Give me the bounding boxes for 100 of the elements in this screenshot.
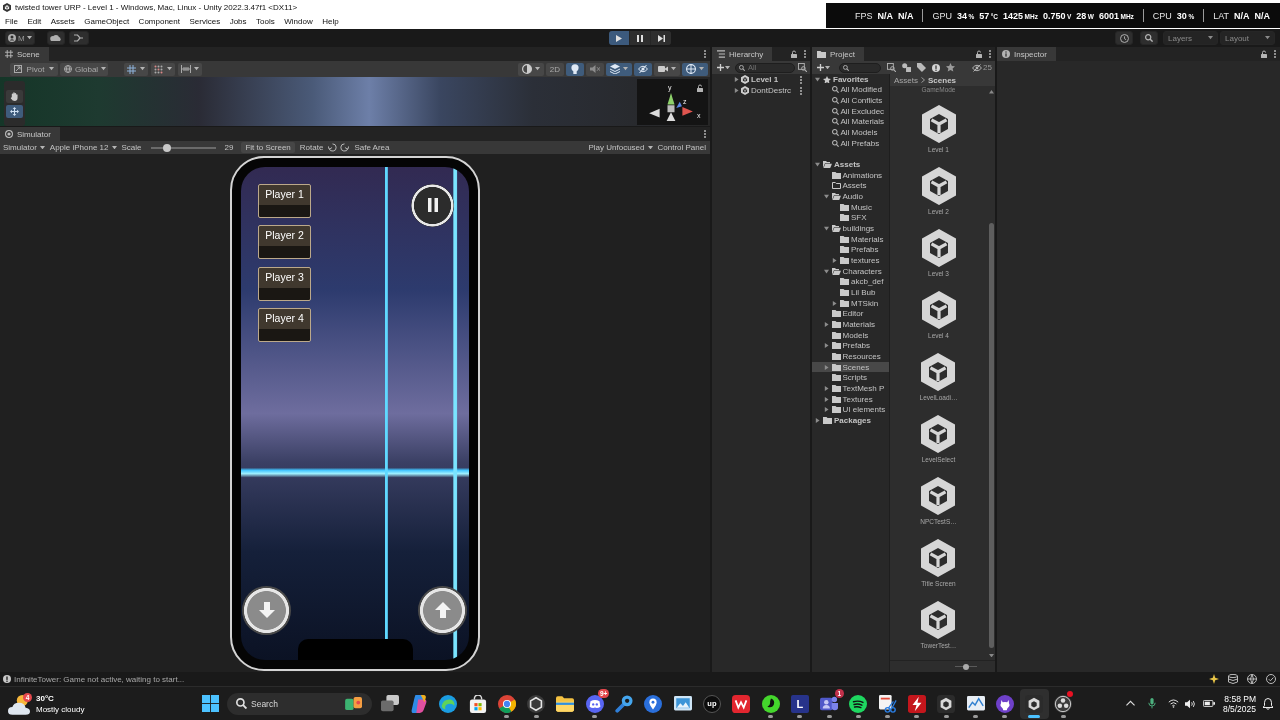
- device-dropdown[interactable]: Apple iPhone 12: [49, 143, 117, 152]
- expand-arrow-icon[interactable]: [815, 76, 820, 82]
- taskbar-app[interactable]: [1019, 688, 1049, 719]
- layout-dropdown[interactable]: Layout: [1220, 31, 1275, 45]
- 2d-toggle[interactable]: 2D: [545, 62, 564, 76]
- pause-button[interactable]: [411, 183, 454, 227]
- search-field[interactable]: Search: [227, 692, 372, 715]
- tree-item[interactable]: Audio: [812, 191, 889, 202]
- tree-item[interactable]: Assets: [812, 180, 889, 192]
- expand-arrow-icon[interactable]: [832, 300, 837, 306]
- grid-dropdown[interactable]: [124, 62, 148, 76]
- scrollbar-thumb[interactable]: [988, 222, 994, 648]
- tag-icon[interactable]: [917, 63, 926, 72]
- expand-arrow-icon[interactable]: [823, 321, 829, 327]
- add-dropdown[interactable]: [815, 62, 832, 73]
- star-icon[interactable]: [946, 63, 955, 72]
- search-field[interactable]: [839, 62, 881, 73]
- expand-arrow-icon[interactable]: [823, 194, 829, 200]
- play-button[interactable]: [609, 31, 629, 45]
- tree-item[interactable]: Models: [812, 329, 889, 341]
- expand-arrow-icon[interactable]: [815, 162, 820, 168]
- snap-dropdown[interactable]: [151, 62, 175, 76]
- expand-arrow-icon[interactable]: [734, 77, 739, 82]
- tree-item[interactable]: buildings: [812, 223, 889, 234]
- tree-item[interactable]: All Materials: [812, 116, 889, 128]
- player-button[interactable]: Player 3: [258, 266, 311, 301]
- tree-item[interactable]: Scripts: [812, 372, 889, 384]
- tree-item[interactable]: Editor: [812, 308, 889, 320]
- panel-tab[interactable]: Simulator: [0, 127, 60, 141]
- search-filter-icon[interactable]: [798, 63, 807, 72]
- expand-arrow-icon[interactable]: [823, 407, 829, 413]
- tree-item[interactable]: All Models: [812, 127, 889, 138]
- tree-item[interactable]: Characters: [812, 265, 889, 277]
- move-tool-button[interactable]: [6, 105, 23, 118]
- add-dropdown[interactable]: [715, 62, 732, 73]
- audio-toggle[interactable]: [586, 62, 604, 76]
- expand-arrow-icon[interactable]: [823, 268, 829, 274]
- tree-item[interactable]: UI elements: [812, 404, 889, 415]
- camera-dropdown[interactable]: [654, 62, 680, 76]
- tree-item[interactable]: Assets: [812, 159, 889, 170]
- tree-item[interactable]: MTSkin: [812, 297, 889, 309]
- rotate-right-icon[interactable]: [340, 143, 350, 152]
- expand-arrow-icon[interactable]: [734, 88, 739, 93]
- player-button[interactable]: Player 4: [258, 308, 311, 342]
- tree-item[interactable]: Prefabs: [812, 244, 889, 256]
- history-button[interactable]: [1115, 31, 1133, 45]
- fit-to-screen-button[interactable]: Fit to Screen: [241, 142, 295, 153]
- slider-thumb[interactable]: [163, 143, 172, 152]
- panel-tab[interactable]: Scene: [0, 47, 49, 61]
- expand-arrow-icon[interactable]: [823, 385, 829, 391]
- breadcrumb-link[interactable]: Scenes: [928, 75, 957, 85]
- search-button[interactable]: [1140, 31, 1158, 45]
- hierarchy-item[interactable]: DontDestrc: [712, 85, 810, 96]
- tree-item[interactable]: textures: [812, 255, 889, 266]
- breadcrumb-link[interactable]: Assets: [894, 75, 918, 85]
- visibility-toggle[interactable]: [634, 62, 652, 76]
- light-toggle[interactable]: [566, 62, 584, 76]
- sparkle-icon[interactable]: [1209, 674, 1219, 684]
- panel-tab[interactable]: Inspector: [997, 47, 1056, 61]
- player-button[interactable]: Player 2: [258, 225, 311, 259]
- menu-item[interactable]: Help: [322, 17, 339, 26]
- tree-item[interactable]: Textures: [812, 393, 889, 405]
- layers-dropdown[interactable]: Layers: [1163, 31, 1218, 45]
- check-circle-icon[interactable]: [1266, 674, 1276, 684]
- safe-area-toggle[interactable]: Safe Area: [354, 143, 390, 152]
- pivot-dropdown[interactable]: Pivot: [10, 62, 58, 76]
- pause-button[interactable]: [630, 31, 650, 45]
- hidden-packages-toggle[interactable]: 25: [972, 63, 992, 72]
- panel-tab[interactable]: Project: [812, 47, 864, 61]
- shading-dropdown[interactable]: [517, 62, 544, 76]
- effects-dropdown[interactable]: [606, 62, 632, 76]
- menu-item[interactable]: Jobs: [229, 17, 247, 26]
- menu-item[interactable]: Services: [189, 17, 221, 26]
- lock-icon[interactable]: [697, 84, 703, 92]
- tree-item[interactable]: Materials: [812, 319, 889, 330]
- menu-item[interactable]: Window: [284, 17, 313, 26]
- tree-item[interactable]: TextMesh P: [812, 383, 889, 394]
- bell-icon[interactable]: [1263, 697, 1273, 710]
- player-button[interactable]: Player 1: [258, 183, 311, 218]
- tree-item[interactable]: akcb_def: [812, 276, 889, 288]
- search-filter-icon[interactable]: [887, 63, 896, 72]
- volume-icon[interactable]: [1184, 698, 1195, 709]
- menu-item[interactable]: Component: [138, 17, 180, 26]
- microphone-icon[interactable]: [1147, 698, 1156, 709]
- tree-item[interactable]: Packages: [812, 415, 889, 426]
- panel-tab[interactable]: Hierarchy: [712, 47, 773, 61]
- globe-icon[interactable]: [1247, 674, 1257, 684]
- expand-arrow-icon[interactable]: [815, 417, 820, 423]
- menu-item[interactable]: Edit: [27, 17, 42, 26]
- hierarchy-item[interactable]: Level 1: [712, 74, 810, 85]
- tree-item[interactable]: All Prefabs: [812, 137, 889, 149]
- chevron-up-icon[interactable]: [1125, 700, 1135, 707]
- lock-icon[interactable]: [791, 50, 797, 58]
- increment-dropdown[interactable]: [178, 62, 202, 76]
- expand-arrow-icon[interactable]: [832, 258, 837, 263]
- tree-item[interactable]: Resources: [812, 351, 889, 362]
- account-dropdown[interactable]: M: [5, 31, 35, 45]
- expand-arrow-icon[interactable]: [823, 396, 829, 402]
- expand-arrow-icon[interactable]: [823, 364, 829, 370]
- tree-item[interactable]: Animations: [812, 169, 889, 181]
